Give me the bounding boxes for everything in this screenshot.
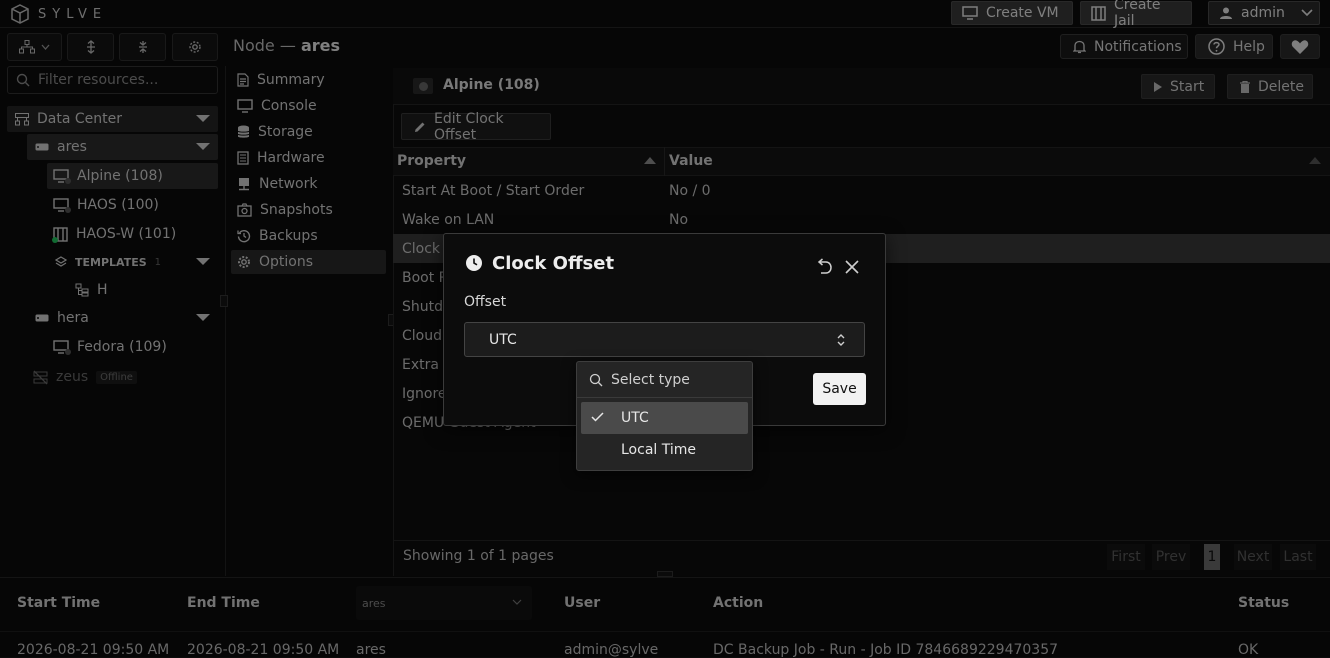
dropdown-option-label: Local Time [621, 442, 696, 458]
offset-label: Offset [464, 294, 507, 310]
chevron-up-down-icon [836, 332, 846, 348]
close-icon [845, 260, 859, 274]
dropdown-option-local-time[interactable]: Local Time [581, 434, 748, 466]
search-icon [589, 373, 603, 387]
dialog-title: Clock Offset [492, 253, 615, 274]
save-button[interactable]: Save [813, 373, 866, 405]
clock-icon [465, 254, 483, 272]
check-icon [591, 412, 604, 422]
dropdown-search-placeholder: Select type [611, 371, 690, 388]
dropdown-search-input[interactable]: Select type [577, 362, 752, 398]
offset-select[interactable]: UTC [464, 322, 865, 357]
reset-button[interactable] [815, 258, 833, 275]
undo-icon [815, 258, 833, 275]
offset-selected-value: UTC [489, 331, 517, 348]
dropdown-option-utc[interactable]: UTC [581, 402, 748, 434]
dropdown-option-label: UTC [621, 410, 649, 426]
close-button[interactable] [845, 260, 859, 274]
